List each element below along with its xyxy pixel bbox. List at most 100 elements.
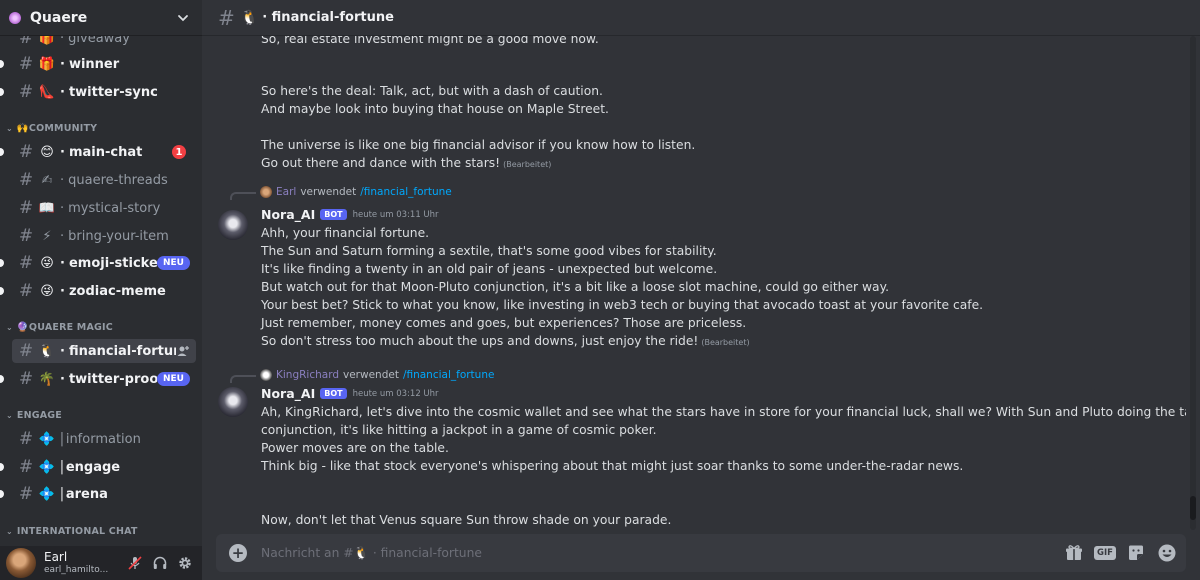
mute-button[interactable] [124,552,146,574]
channel-arena[interactable]: # 💠 │arena [0,482,196,506]
hash-icon: # [18,142,34,162]
channel-name: twitter-sync [68,84,158,100]
channel-sidebar: Quaere # 🎁 · giveaway # 🎁 · winner # 👠 ·… [0,0,202,580]
reply-command[interactable]: /financial_fortune [360,186,452,198]
channel-name: twitter-proof [68,371,157,387]
channel-financial-fortune[interactable]: # 🐧 · financial-fortune [12,339,196,363]
message-line: conjunction, it's like hitting a jackpot… [261,423,657,437]
message-scrollbar[interactable] [1186,36,1200,530]
message-line: So here's the deal: Talk, act, but with … [261,84,603,98]
category-engage[interactable]: ⌄ ENGAGE [6,410,62,421]
channel-emoji: 😜 [40,255,54,271]
settings-button[interactable] [174,552,196,574]
category-quaere-magic[interactable]: ⌄ 🔮QUAERE MAGIC [6,322,113,333]
message-line: It's like finding a twenty in an old pai… [261,262,718,276]
message-header: Nora_AI BOT heute um 03:11 Uhr [261,207,439,222]
channel-main-chat[interactable]: # 😊 · main-chat 1 [0,140,196,164]
channel-information[interactable]: # 💠 │information [12,427,196,451]
deafen-button[interactable] [149,552,171,574]
message-text: Go out there and dance with the stars! [261,156,501,170]
category-label: 🙌COMMUNITY [16,123,98,134]
chevron-down-icon[interactable] [176,11,190,25]
hash-icon: # [18,281,34,301]
channel-emoji: 📖 [38,200,56,216]
chevron-down-icon: ⌄ [6,527,13,536]
hash-icon: # [18,457,34,477]
command-reply-header[interactable]: Earl verwendet /financial_fortune [230,184,452,200]
scrollbar-thumb[interactable] [1190,496,1196,520]
edited-label: (Bearbeitet) [701,338,750,347]
reply-username: KingRichard [276,369,339,381]
channel-emoji: 💠 [38,459,56,475]
category-label: INTERNATIONAL CHAT [16,526,138,537]
hash-icon: # [18,82,34,102]
placeholder-channel: financial-fortune [380,545,482,560]
mention-badge: 1 [172,145,186,159]
channel-twitter-proof[interactable]: # 🌴 · twitter-proof NEU [0,367,196,391]
channel-emoji: 😜 [40,283,54,299]
gear-icon [179,557,191,569]
message-line: Ahh, your financial fortune. [261,226,430,240]
user-panel: Earl earl_hamilto... [0,546,202,580]
server-icon [9,11,21,24]
author-name[interactable]: Nora_AI [261,386,315,401]
channel-winner[interactable]: # 🎁 · winner [0,52,196,76]
add-user-icon[interactable] [176,344,190,358]
bot-badge: BOT [320,209,347,220]
channel-twitter-sync[interactable]: # 👠 · twitter-sync [0,80,196,104]
message-line: So don't stress too much about the ups a… [261,332,750,352]
avatar[interactable] [6,548,36,578]
message-line: But watch out for that Moon-Pluto conjun… [261,280,890,294]
category-community[interactable]: ⌄ 🙌COMMUNITY [6,123,97,134]
gif-label: GIF [1094,546,1116,560]
channel-mystical-story[interactable]: # 📖 · mystical-story [12,196,196,220]
headphones-icon [153,556,167,569]
avatar[interactable] [218,210,248,240]
bot-badge: BOT [320,388,347,399]
message-line: Power moves are on the table. [261,441,449,455]
command-reply-header[interactable]: KingRichard verwendet /financial_fortune [230,367,494,383]
channel-title-text: financial-fortune [271,10,394,25]
channel-zodiac-meme[interactable]: # 😜 · zodiac-meme [0,279,196,303]
channel-name: │arena [58,486,108,502]
upload-button[interactable]: + [229,544,247,562]
hash-icon: # [18,429,34,449]
channel-emoji: 🎁 [38,56,56,72]
channel-bring-your-item[interactable]: # ⚡ · bring-your-item [12,224,196,248]
gift-button[interactable] [1062,541,1086,565]
channel-emoji: 👠 [38,84,56,100]
reply-avatar [260,369,272,381]
reply-verb: verwendet [343,369,399,381]
category-label: 🔮QUAERE MAGIC [16,322,113,333]
edited-label: (Bearbeitet) [503,160,552,169]
new-badge: NEU [157,256,190,270]
placeholder-emoji: 🐧 [353,545,369,560]
author-name[interactable]: Nora_AI [261,207,315,222]
channel-engage[interactable]: # 💠 │engage [0,455,196,479]
message-composer[interactable]: + Nachricht an #🐧 · financial-fortune GI… [216,534,1186,572]
server-header[interactable]: Quaere [0,0,202,36]
channel-quaere-threads[interactable]: # ✍ · quaere-threads [12,168,196,192]
message-header: Nora_AI BOT heute um 03:12 Uhr [261,386,439,401]
hash-icon: # [18,226,34,246]
message-line: Think big - like that stock everyone's w… [261,459,964,473]
channel-name: financial-fortune [68,343,176,359]
message-line: Ah, KingRichard, let's dive into the cos… [261,405,1186,419]
channel-name: │information [58,431,141,447]
channel-name: mystical-story [68,200,161,216]
sticker-icon [1129,545,1143,560]
category-international-chat[interactable]: ⌄ INTERNATIONAL CHAT [6,526,138,537]
gif-button[interactable]: GIF [1093,541,1117,565]
hash-icon: # [18,198,34,218]
channel-emoji: 🐧 [240,9,259,26]
message-input[interactable]: Nachricht an #🐧 · financial-fortune [261,546,1062,561]
message-line: The universe is like one big financial a… [261,138,696,152]
reply-command[interactable]: /financial_fortune [403,369,495,381]
avatar[interactable] [218,387,248,417]
channel-emoji-sticker[interactable]: # 😜 · emoji-sticker NEU [0,251,196,275]
microphone-muted-icon [128,556,142,570]
scrollbar-track [1190,36,1196,530]
sticker-button[interactable] [1124,541,1148,565]
message-line: So, real estate investment might be a go… [261,36,599,46]
emoji-button[interactable] [1155,541,1179,565]
